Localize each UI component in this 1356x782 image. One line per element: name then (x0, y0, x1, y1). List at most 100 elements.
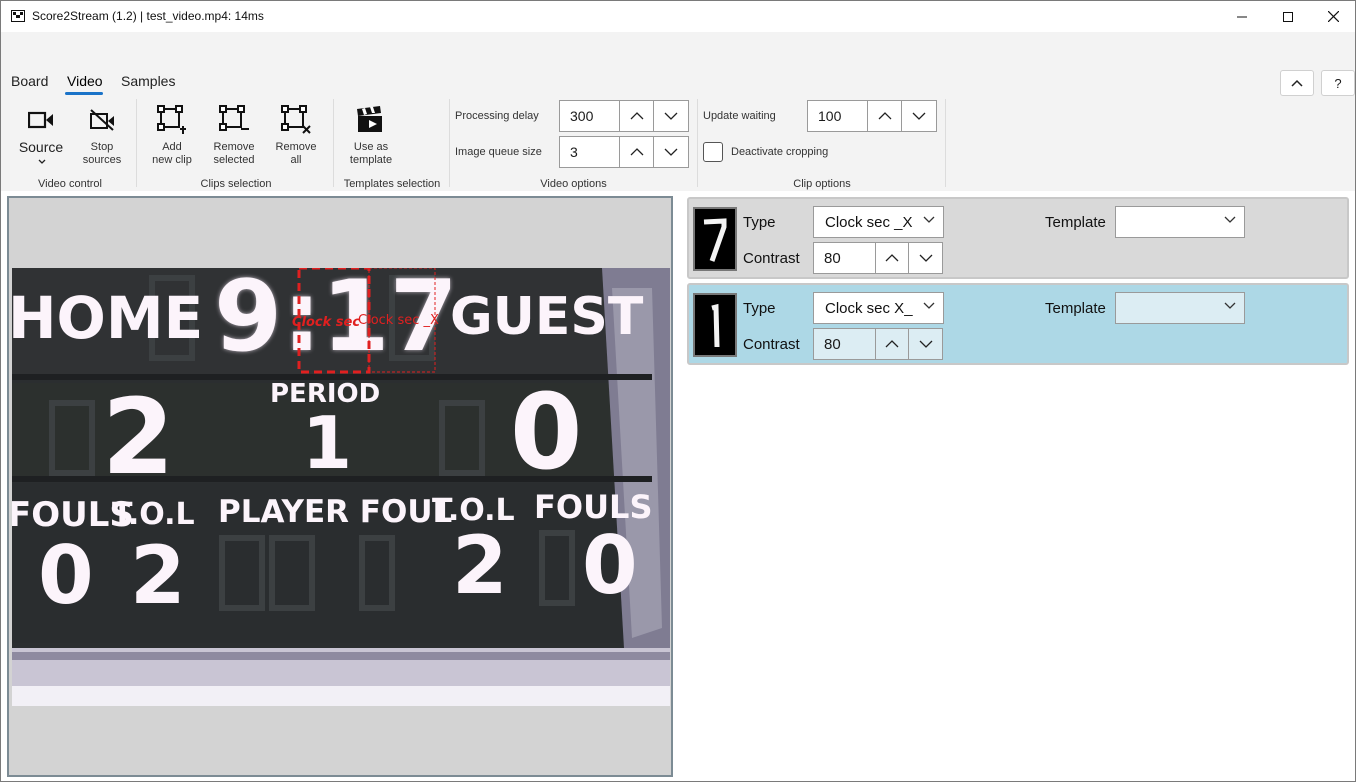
add-clip-label-2: new clip (152, 154, 192, 166)
use-template-label-2: template (349, 154, 393, 166)
clip-item-selected[interactable]: Type Clock sec X_ Contrast 80 Template (687, 283, 1349, 365)
contrast-down[interactable] (909, 329, 942, 359)
help-button[interactable]: ? (1321, 70, 1355, 96)
clip-type-value: Clock sec _X (825, 213, 913, 231)
clip-template-select[interactable] (1115, 206, 1245, 238)
processing-delay-down[interactable] (654, 101, 688, 131)
window-title: Score2Stream (1.2) | test_video.mp4: 14m… (32, 9, 264, 23)
chevron-down-icon (1224, 216, 1236, 223)
chevron-up-icon (885, 254, 899, 262)
remove-all-icon (281, 105, 311, 134)
stop-label-1: Stop (90, 141, 114, 153)
guest-fouls-text: 0 (582, 519, 638, 612)
digit-one-thumbnail (711, 303, 720, 348)
update-waiting-down[interactable] (902, 101, 936, 131)
contrast-down[interactable] (909, 243, 942, 273)
tab-board[interactable]: Board (11, 73, 48, 89)
title-bar: Score2Stream (1.2) | test_video.mp4: 14m… (1, 1, 1355, 32)
tol-left-text: T.O.L (112, 497, 195, 532)
processing-delay-spinner[interactable]: 300 (559, 100, 689, 132)
clips-list: Type Clock sec _X Contrast 80 Template T… (687, 197, 1350, 369)
processing-delay-up[interactable] (620, 101, 654, 131)
collapse-ribbon-button[interactable] (1280, 70, 1314, 96)
remove-selected-label-2: selected (213, 154, 255, 166)
close-button[interactable] (1310, 1, 1356, 32)
home-fouls-text: 0 (38, 529, 94, 622)
update-waiting-label: Update waiting (703, 110, 776, 122)
image-queue-value[interactable]: 3 (560, 137, 620, 167)
maximize-button[interactable] (1265, 1, 1311, 32)
remove-all-button[interactable]: Remove all (269, 105, 323, 167)
video-panel: 9:17 HOME 9:17 GUEST PERIOD 1 2 0 FOULS … (7, 196, 673, 777)
update-waiting-up[interactable] (868, 101, 902, 131)
add-clip-button[interactable]: Add new clip (145, 105, 199, 167)
ribbon: Board Video Samples ? Source Stop source… (1, 66, 1355, 191)
source-button[interactable]: Source (13, 105, 69, 167)
clip-overlay-label: Clock sec _X (358, 313, 439, 328)
image-queue-spinner[interactable]: 3 (559, 136, 689, 168)
update-waiting-spinner[interactable]: 100 (807, 100, 937, 132)
digit-seven-thumbnail (703, 218, 727, 262)
close-icon (1327, 11, 1339, 22)
image-queue-down[interactable] (654, 137, 688, 167)
clip-type-label: Type (743, 300, 776, 317)
add-clip-label-1: Add (162, 141, 182, 153)
chevron-down-icon (912, 112, 926, 120)
selected-clip-overlay-label: Clock sec (292, 315, 360, 330)
stop-sources-button[interactable]: Stop sources (77, 105, 127, 167)
clip-type-value: Clock sec X_ (825, 299, 913, 317)
chevron-up-icon (630, 112, 643, 120)
contrast-up[interactable] (876, 243, 909, 273)
processing-delay-value[interactable]: 300 (560, 101, 620, 131)
app-icon (11, 10, 25, 22)
clip-type-select[interactable]: Clock sec _X (813, 206, 944, 238)
minimize-button[interactable] (1219, 1, 1265, 32)
group-divider (333, 99, 334, 187)
chevron-down-icon (919, 254, 932, 262)
clip-contrast-value[interactable]: 80 (814, 243, 876, 273)
image-queue-up[interactable] (620, 137, 654, 167)
update-waiting-value[interactable]: 100 (808, 101, 868, 131)
use-template-label-1: Use as (353, 141, 389, 153)
clip-contrast-spinner[interactable]: 80 (813, 242, 943, 274)
clip-contrast-label: Contrast (743, 336, 800, 353)
home-score-text: 2 (102, 376, 174, 498)
tab-video[interactable]: Video (67, 73, 103, 89)
chevron-down-icon (923, 302, 935, 309)
video-frame[interactable]: 9:17 HOME 9:17 GUEST PERIOD 1 2 0 FOULS … (12, 268, 670, 706)
deactivate-cropping-label: Deactivate cropping (731, 146, 829, 158)
group-divider (697, 99, 698, 187)
clip-template-select[interactable] (1115, 292, 1245, 324)
stop-label-2: sources (82, 154, 122, 166)
guest-tol-text: 2 (452, 519, 508, 612)
remove-selected-button[interactable]: Remove selected (207, 105, 261, 167)
deactivate-cropping-checkbox[interactable] (703, 142, 723, 162)
clapperboard-icon (357, 106, 382, 132)
clips-selection-label: Clips selection (200, 178, 272, 190)
tab-samples[interactable]: Samples (121, 73, 175, 89)
clip-contrast-value[interactable]: 80 (814, 329, 876, 359)
active-tab-indicator (65, 92, 103, 95)
use-as-template-button[interactable]: Use as template (343, 105, 399, 167)
remove-all-label-1: Remove (275, 141, 317, 153)
group-divider (449, 99, 450, 187)
remove-selected-label-1: Remove (213, 141, 255, 153)
clip-contrast-spinner[interactable]: 80 (813, 328, 943, 360)
clip-type-select[interactable]: Clock sec X_ (813, 292, 944, 324)
processing-delay-label: Processing delay (455, 110, 539, 122)
templates-selection-label: Templates selection (343, 178, 441, 190)
source-label: Source (18, 139, 64, 155)
home-text: HOME (12, 284, 203, 352)
clip-thumbnail (693, 293, 737, 357)
clip-item[interactable]: Type Clock sec _X Contrast 80 Template (687, 197, 1349, 279)
contrast-up[interactable] (876, 329, 909, 359)
app-window: Score2Stream (1.2) | test_video.mp4: 14m… (0, 0, 1356, 782)
clip-template-label: Template (1045, 214, 1106, 231)
remove-clip-icon (219, 105, 249, 131)
clip-type-label: Type (743, 214, 776, 231)
clip-template-label: Template (1045, 300, 1106, 317)
video-control-label: Video control (37, 178, 102, 190)
chevron-down-icon (38, 159, 46, 164)
chevron-down-icon (919, 340, 932, 348)
chevron-up-icon (878, 112, 891, 120)
